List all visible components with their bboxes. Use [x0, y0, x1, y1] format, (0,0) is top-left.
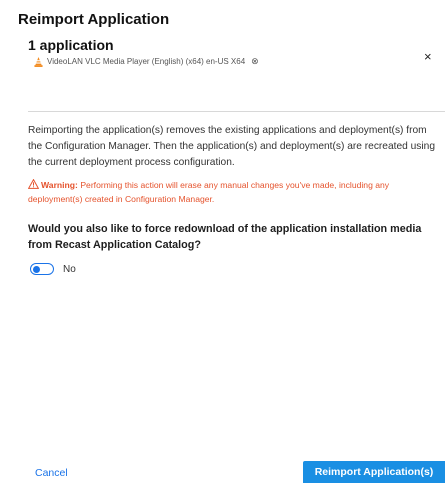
- cancel-button[interactable]: Cancel: [35, 467, 68, 479]
- application-chip: VideoLAN VLC Media Player (English) (x64…: [34, 56, 259, 67]
- warning-message: Warning: Performing this action will era…: [28, 178, 428, 206]
- remove-chip-icon[interactable]: ⊗: [251, 56, 259, 67]
- warning-triangle-icon: [28, 179, 39, 189]
- warning-label: Warning:: [41, 180, 78, 190]
- reimport-applications-button[interactable]: Reimport Application(s): [303, 461, 445, 483]
- toggle-label: No: [63, 263, 76, 275]
- divider: [28, 111, 445, 112]
- warning-text: Performing this action will erase any ma…: [28, 180, 390, 204]
- redownload-toggle[interactable]: [30, 263, 54, 275]
- vlc-cone-icon: [34, 56, 43, 67]
- application-chip-label: VideoLAN VLC Media Player (English) (x64…: [47, 57, 246, 66]
- dialog-title: Reimport Application: [18, 11, 170, 28]
- redownload-toggle-row: No: [30, 263, 76, 275]
- application-count: 1 application: [28, 37, 114, 53]
- toggle-knob: [32, 265, 40, 273]
- redownload-question: Would you also like to force redownload …: [28, 223, 422, 251]
- close-icon[interactable]: ×: [424, 49, 432, 64]
- reimport-description: Reimporting the application(s) removes t…: [28, 125, 435, 168]
